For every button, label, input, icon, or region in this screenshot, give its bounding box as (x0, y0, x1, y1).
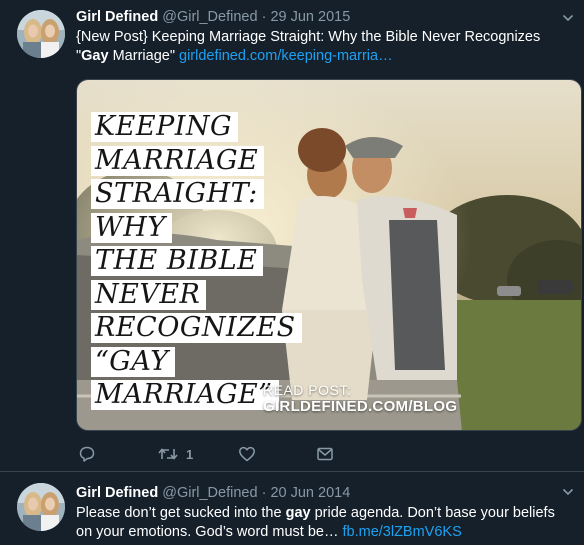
tweet-content: Girl Defined @Girl_Defined · 20 Jun 2014… (76, 484, 570, 542)
media-title-line: Why (91, 212, 172, 243)
tweet-link[interactable]: girldefined.com/keeping-marria… (179, 48, 393, 64)
media-title-line: “Gay (91, 346, 175, 377)
tweet[interactable]: Girl Defined @Girl_Defined · 29 Jun 2015… (0, 0, 584, 472)
mail-icon (317, 447, 333, 461)
separator: · (261, 9, 267, 25)
media-title: Keeping Marriage Straight: Why The Bible… (91, 112, 302, 414)
avatar[interactable] (17, 10, 65, 58)
read-post-label: READ POST: (263, 382, 352, 398)
media-title-line: Marriage (91, 145, 265, 176)
media-title-line: Recognizes (91, 313, 302, 343)
tweet-content: Girl Defined @Girl_Defined · 29 Jun 2015… (76, 8, 570, 66)
tweet-text: Please don’t get sucked into the gay pri… (76, 504, 570, 542)
author-name[interactable]: Girl Defined (76, 9, 158, 25)
retweet-icon (158, 448, 178, 460)
tweet-text: {New Post} Keeping Marriage Straight: Wh… (76, 28, 570, 66)
tweet-media-image[interactable]: Keeping Marriage Straight: Why The Bible… (76, 79, 582, 431)
reply-button[interactable] (78, 443, 96, 465)
tweet-text-part: Marriage" (108, 48, 179, 64)
tweet-link[interactable]: fb.me/3lZBmV6KS (343, 524, 462, 540)
tweet-actions: 1 (76, 443, 476, 465)
tweet-header: Girl Defined @Girl_Defined · 29 Jun 2015 (76, 8, 570, 26)
media-title-line: Never (91, 279, 207, 310)
tweet-date[interactable]: 29 Jun 2015 (270, 9, 350, 25)
read-post-url: GIRLDEFINED.COM/BLOG (263, 398, 458, 415)
media-title-line: Keeping (91, 112, 239, 142)
reply-icon (79, 446, 95, 462)
media-title-line: The Bible (91, 246, 264, 276)
like-button[interactable] (238, 443, 256, 465)
author-name[interactable]: Girl Defined (76, 485, 158, 501)
author-handle[interactable]: @Girl_Defined (162, 485, 257, 501)
tweet-text-part: Please don’t get sucked into the (76, 505, 286, 521)
author-handle[interactable]: @Girl_Defined (162, 9, 257, 25)
avatar[interactable] (17, 483, 65, 531)
tweet-date[interactable]: 20 Jun 2014 (270, 485, 350, 501)
tweet-text-highlight: gay (285, 505, 311, 521)
media-read-post: READ POST: GIRLDEFINED.COM/BLOG (263, 382, 457, 415)
separator: · (261, 485, 267, 501)
retweet-count: 1 (186, 446, 194, 462)
heart-icon (239, 446, 255, 462)
tweet[interactable]: Girl Defined @Girl_Defined · 20 Jun 2014… (0, 472, 584, 545)
media-title-line: Straight: (91, 179, 264, 209)
direct-message-button[interactable] (316, 443, 334, 465)
media-title-line: Marriage” (91, 380, 279, 410)
tweet-text-highlight: Gay (81, 48, 109, 64)
retweet-button[interactable]: 1 (158, 443, 193, 465)
tweet-header: Girl Defined @Girl_Defined · 20 Jun 2014 (76, 484, 570, 502)
